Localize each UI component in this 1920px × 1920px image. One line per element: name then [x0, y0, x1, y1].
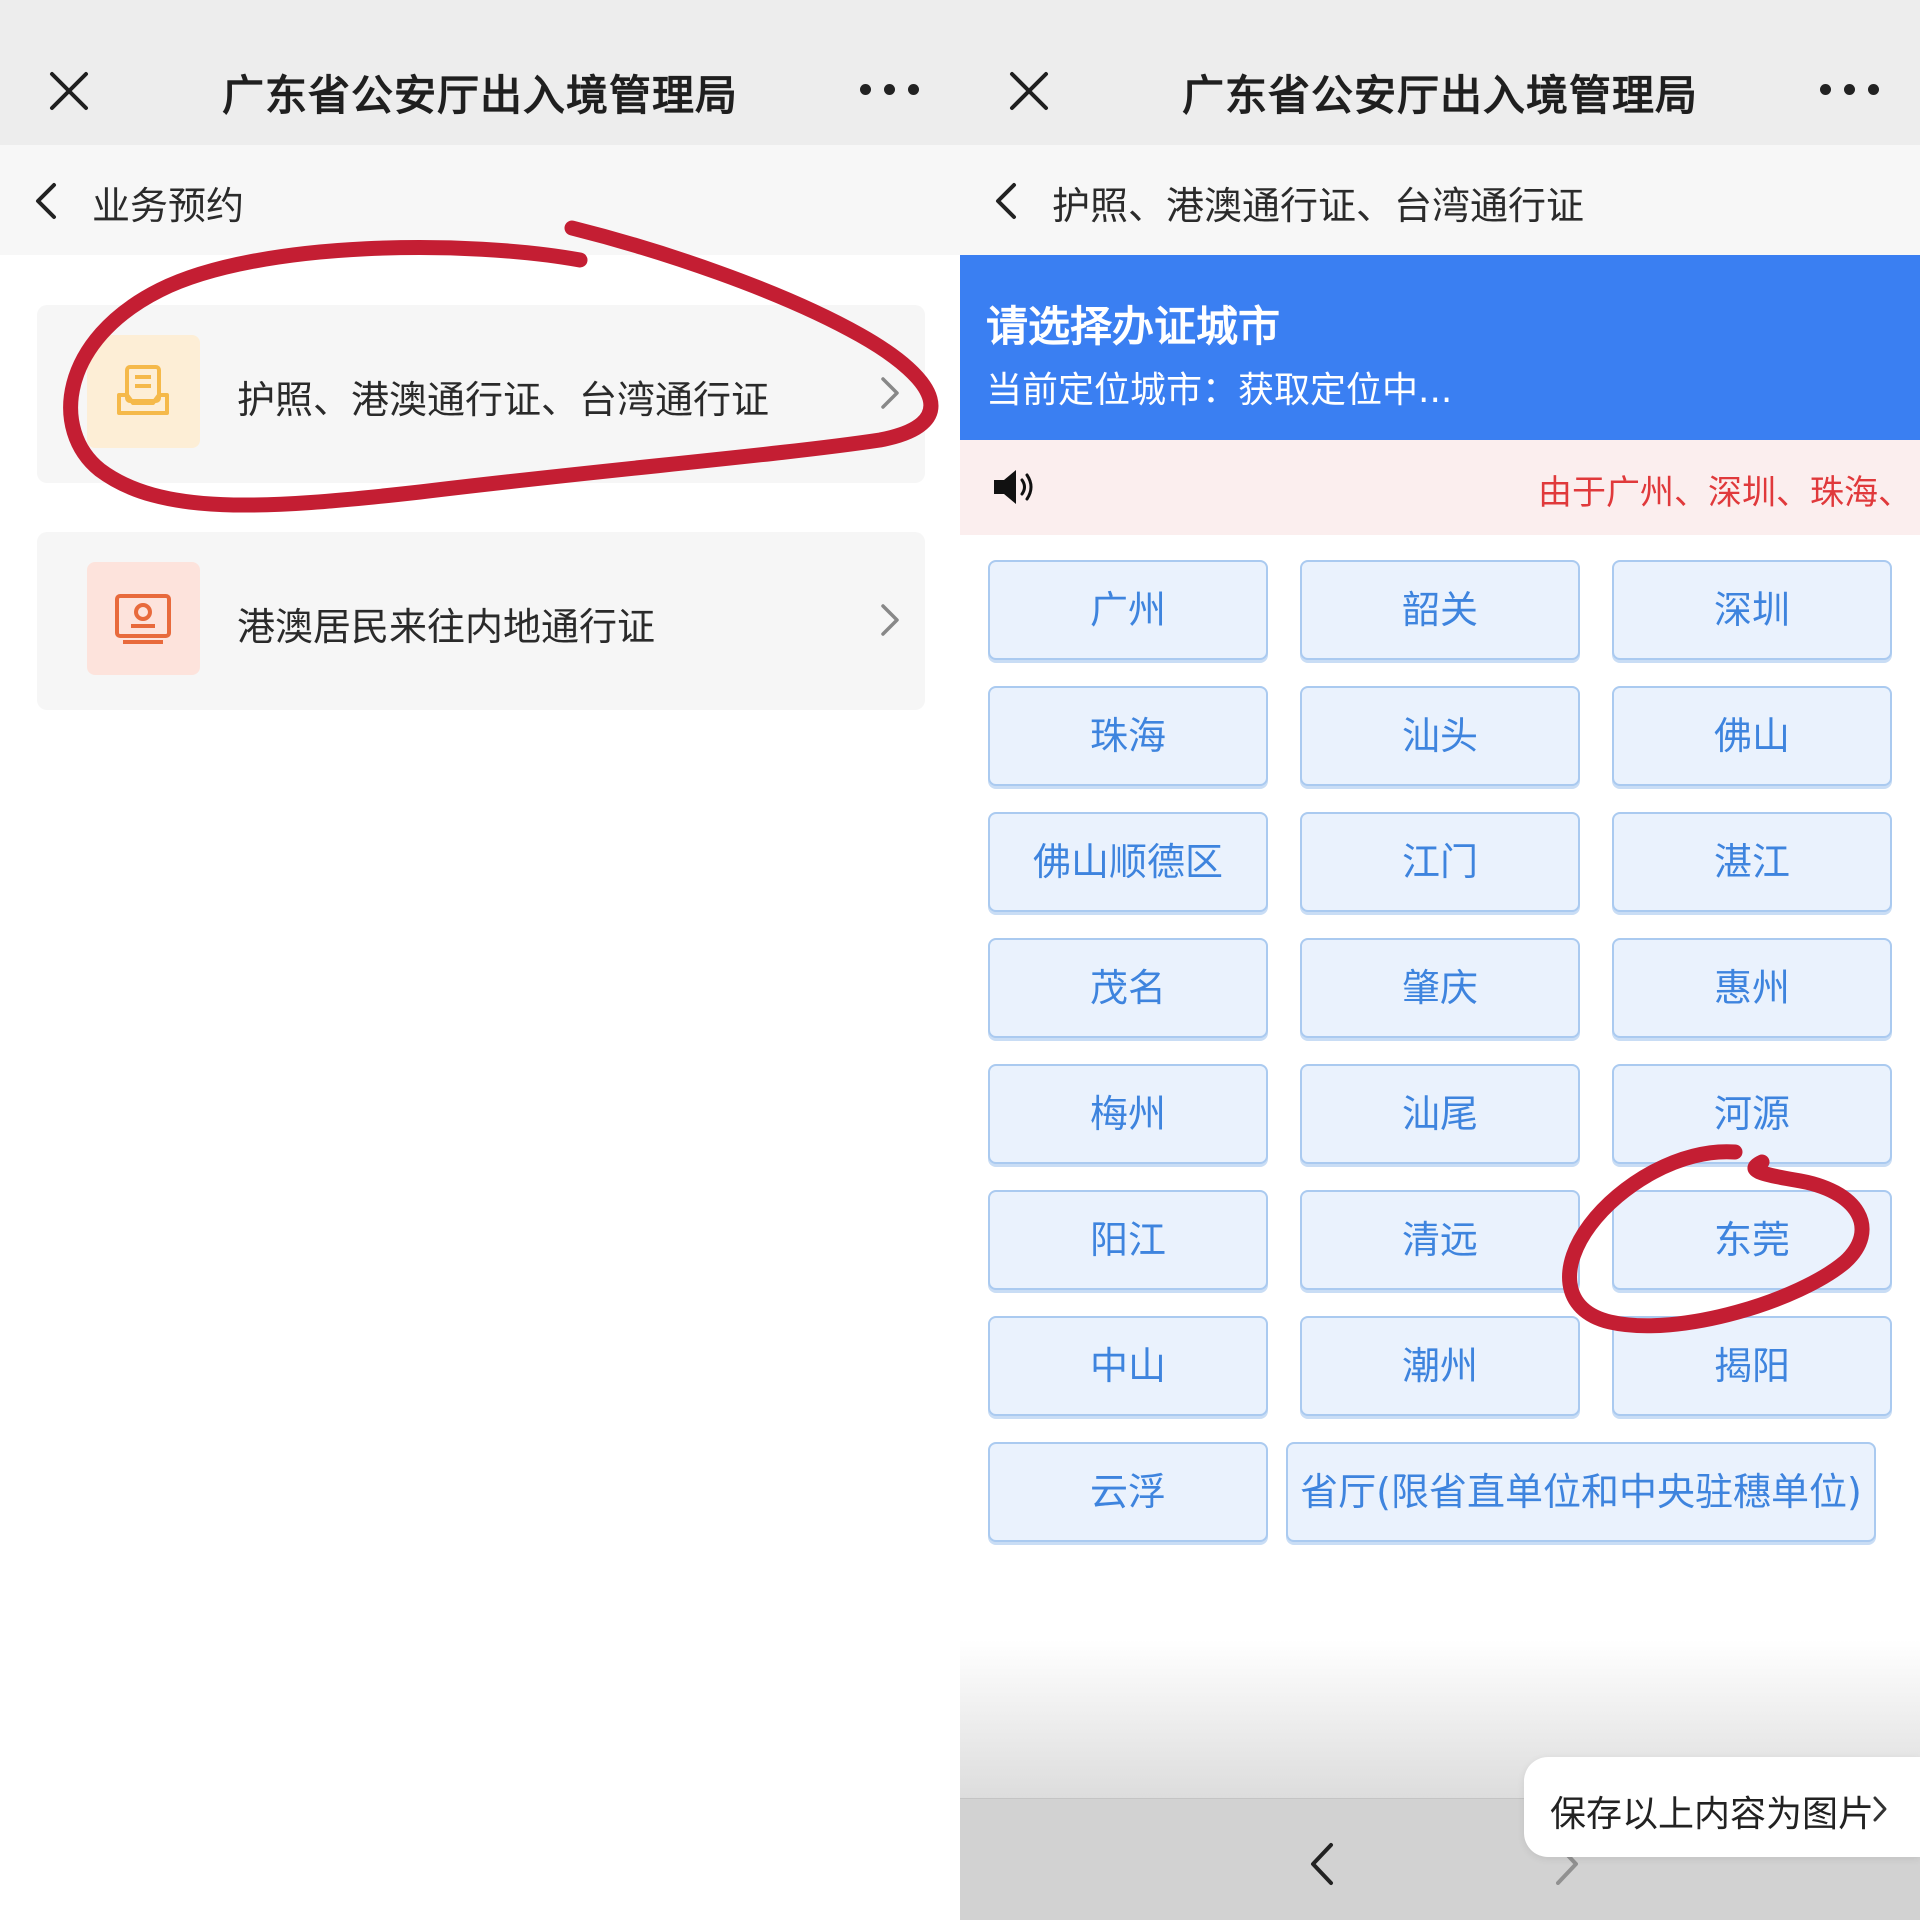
service-card-hk-macau-resident[interactable]: 港澳居民来往内地通行证 [37, 532, 925, 710]
city-button[interactable]: 东莞 [1612, 1190, 1892, 1290]
chevron-right-icon [881, 377, 899, 409]
page-title: 业务预约 [92, 184, 245, 228]
more-icon[interactable] [860, 84, 920, 98]
city-button[interactable]: 揭阳 [1612, 1316, 1892, 1416]
save-as-image-button[interactable]: 保存以上内容为图片 [1524, 1757, 1920, 1857]
right-screen: 广东省公安厅出入境管理局 护照、港澳通行证、台湾通行证 请选择办证城市 当前定位… [960, 0, 1920, 1920]
chevron-right-icon [881, 604, 899, 636]
city-button[interactable]: 韶关 [1300, 560, 1580, 660]
chevron-left-icon[interactable] [992, 181, 1022, 221]
city-button[interactable]: 佛山顺德区 [988, 812, 1268, 912]
nav-bar: 业务预约 [0, 145, 960, 255]
city-button[interactable]: 河源 [1612, 1064, 1892, 1164]
title-bar: 广东省公安厅出入境管理局 [960, 0, 1920, 145]
save-as-image-label: 保存以上内容为图片 [1550, 1794, 1875, 1835]
city-button[interactable]: 潮州 [1300, 1316, 1580, 1416]
city-select-title: 请选择办证城市 [986, 302, 1281, 351]
city-button[interactable]: 省厅(限省直单位和中央驻穗单位) [1286, 1442, 1876, 1542]
service-label: 护照、港澳通行证、台湾通行证 [237, 378, 770, 422]
window-title: 广东省公安厅出入境管理局 [1181, 71, 1698, 120]
chevron-left-icon[interactable] [32, 181, 62, 221]
city-select-header: 请选择办证城市 当前定位城市：获取定位中... [960, 255, 1920, 440]
screenshot-collage: 广东省公安厅出入境管理局 业务预约 护照、港澳通行证、台湾通行证 港澳居民来往内… [0, 0, 1920, 1920]
page-title: 护照、港澳通行证、台湾通行证 [1052, 184, 1585, 228]
city-button[interactable]: 清远 [1300, 1190, 1580, 1290]
current-location-text: 当前定位城市：获取定位中... [986, 370, 1453, 411]
city-button[interactable]: 深圳 [1612, 560, 1892, 660]
city-button[interactable]: 珠海 [988, 686, 1268, 786]
service-label: 港澳居民来往内地通行证 [237, 605, 656, 649]
city-button[interactable]: 湛江 [1612, 812, 1892, 912]
city-button[interactable]: 广州 [988, 560, 1268, 660]
city-button[interactable]: 中山 [988, 1316, 1268, 1416]
city-button[interactable]: 梅州 [988, 1064, 1268, 1164]
city-button[interactable]: 汕尾 [1300, 1064, 1580, 1164]
city-button[interactable]: 肇庆 [1300, 938, 1580, 1038]
service-card-passport[interactable]: 护照、港澳通行证、台湾通行证 [37, 305, 925, 483]
left-screen: 广东省公安厅出入境管理局 业务预约 护照、港澳通行证、台湾通行证 港澳居民来往内… [0, 0, 960, 1920]
notice-text: 由于广州、深圳、珠海、 [1538, 473, 1912, 513]
city-button[interactable]: 云浮 [988, 1442, 1268, 1542]
nav-bar: 护照、港澳通行证、台湾通行证 [960, 145, 1920, 255]
city-button[interactable]: 江门 [1300, 812, 1580, 912]
id-card-icon [87, 562, 200, 675]
city-button[interactable]: 茂名 [988, 938, 1268, 1038]
title-bar: 广东省公安厅出入境管理局 [0, 0, 960, 145]
chevron-left-icon[interactable] [1305, 1839, 1339, 1889]
document-icon [87, 335, 200, 448]
more-icon[interactable] [1820, 84, 1880, 98]
city-button[interactable]: 汕头 [1300, 686, 1580, 786]
window-title: 广东省公安厅出入境管理局 [221, 71, 738, 120]
city-button[interactable]: 惠州 [1612, 938, 1892, 1038]
chevron-right-icon [1873, 1796, 1887, 1822]
city-button[interactable]: 佛山 [1612, 686, 1892, 786]
notice-bar: 由于广州、深圳、珠海、 [960, 440, 1920, 535]
speaker-icon [994, 470, 1033, 504]
city-button[interactable]: 阳江 [988, 1190, 1268, 1290]
